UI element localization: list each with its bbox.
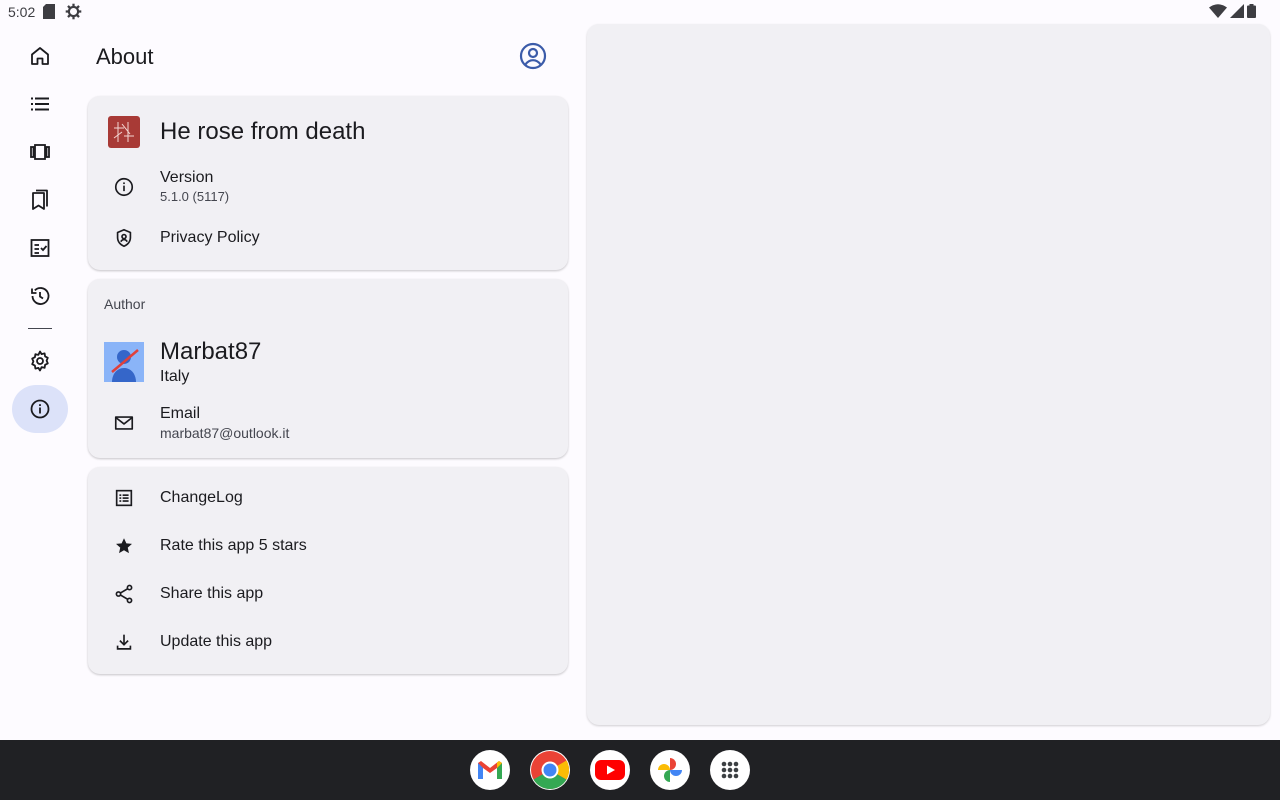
version-value: 5.1.0 (5117)	[160, 189, 230, 204]
settings-gear-icon	[65, 3, 82, 25]
wifi-icon	[1209, 4, 1227, 23]
share-app-item[interactable]: Share this app	[160, 585, 263, 603]
nav-carousel[interactable]	[12, 128, 68, 176]
download-icon[interactable]	[112, 630, 136, 654]
chrome-icon[interactable]	[530, 750, 570, 790]
sd-card-icon	[43, 4, 55, 24]
email-icon[interactable]	[112, 411, 136, 435]
taskbar	[0, 740, 1280, 800]
update-app-item[interactable]: Update this app	[160, 633, 272, 651]
star-icon[interactable]	[112, 534, 136, 558]
email-label[interactable]: Email	[160, 405, 200, 423]
photos-icon[interactable]	[650, 750, 690, 790]
status-bar: 5:02	[0, 0, 1280, 24]
detail-pane	[587, 24, 1270, 725]
app-logo	[108, 116, 140, 148]
bookmarks-icon	[32, 189, 48, 210]
nav-about[interactable]	[12, 385, 68, 433]
rate-app-item[interactable]: Rate this app 5 stars	[160, 537, 307, 555]
author-country: Italy	[160, 368, 190, 385]
nav-home[interactable]	[12, 32, 68, 80]
app-drawer-icon[interactable]	[710, 750, 750, 790]
nav-history[interactable]	[12, 272, 68, 320]
account-button[interactable]	[517, 40, 549, 72]
info-icon	[30, 399, 50, 419]
privacy-policy-link[interactable]: Privacy Policy	[160, 229, 260, 247]
version-label: Version	[160, 169, 214, 186]
carousel-icon	[30, 144, 50, 160]
account-circle-icon	[519, 42, 547, 70]
youtube-icon[interactable]	[590, 750, 630, 790]
nav-divider	[28, 328, 52, 329]
nav-list[interactable]	[12, 80, 68, 128]
gmail-icon[interactable]	[470, 750, 510, 790]
status-time: 5:02	[8, 4, 36, 20]
author-section-label: Author	[104, 296, 146, 312]
nav-tasks[interactable]	[12, 224, 68, 272]
author-name: Marbat87	[160, 338, 262, 365]
privacy-shield-icon[interactable]	[112, 226, 136, 250]
home-icon	[31, 47, 49, 65]
checklist-icon	[30, 239, 50, 257]
app-name: He rose from death	[160, 118, 366, 145]
nav-settings[interactable]	[12, 337, 68, 385]
gear-icon	[31, 350, 49, 372]
share-icon[interactable]	[112, 582, 136, 606]
cell-signal-icon	[1230, 4, 1244, 23]
author-avatar	[104, 342, 144, 382]
page-title: About	[96, 44, 154, 69]
list-icon	[31, 97, 49, 111]
changelog-icon[interactable]	[112, 486, 136, 510]
changelog-item[interactable]: ChangeLog	[160, 489, 243, 507]
history-icon	[31, 287, 50, 305]
nav-bookmarks[interactable]	[12, 176, 68, 224]
email-value[interactable]: marbat87@outlook.it	[160, 425, 289, 441]
battery-icon	[1247, 4, 1256, 23]
version-info-icon	[112, 175, 136, 199]
